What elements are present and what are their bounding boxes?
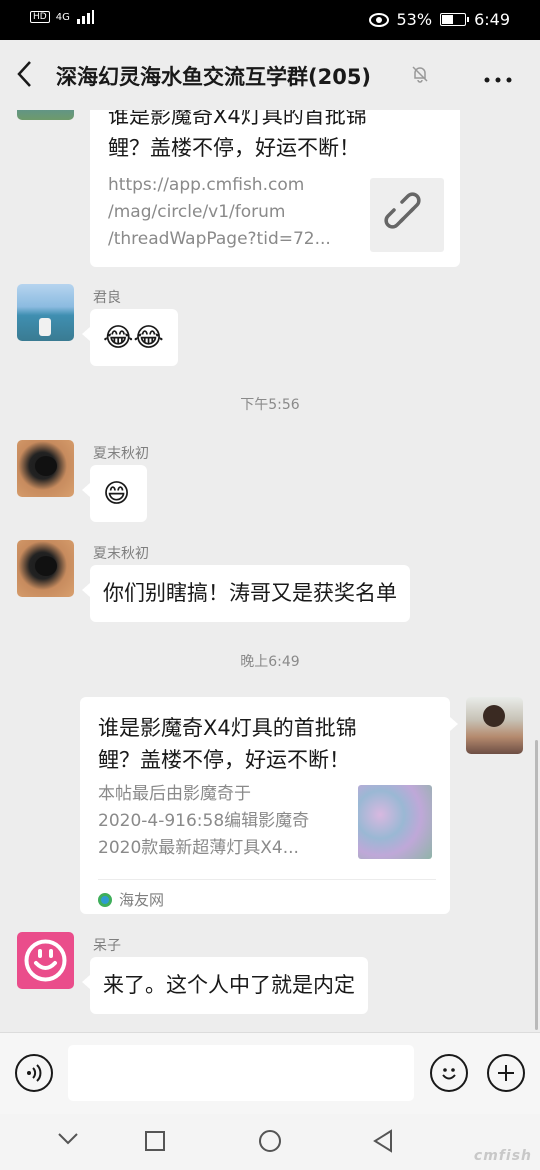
signal-label: 4G — [55, 11, 70, 23]
plus-icon — [498, 1065, 514, 1081]
avatar[interactable] — [17, 110, 74, 120]
chevron-down-icon[interactable] — [57, 1132, 79, 1146]
bell-off-icon — [412, 66, 428, 83]
emoji-button[interactable] — [430, 1054, 468, 1092]
link-card[interactable]: 谁是影魔奇X4灯具的首批锦 鲤？盖楼不停，好运不断！ 本帖最后由影魔奇于 202… — [80, 697, 458, 914]
card-desc-line: 2020-4-916:58编辑影魔奇 — [98, 811, 310, 831]
card-title-line: 鲤？盖楼不停，好运不断！ — [108, 136, 360, 160]
sender-name: 君良 — [93, 290, 121, 306]
card-source: 海友网 — [98, 889, 164, 910]
message-input[interactable] — [68, 1045, 414, 1101]
circle-home-icon[interactable] — [258, 1129, 282, 1153]
card-desc: 本帖最后由影魔奇于 2020-4-916:58编辑影魔奇 2020款最新超薄灯具… — [98, 781, 309, 862]
card-title: 谁是影魔奇X4灯具的首批锦 鲤？盖楼不停，好运不断！ — [98, 712, 357, 776]
card-desc-line: https://app.cmfish.com — [108, 175, 305, 195]
scrollbar[interactable] — [535, 740, 538, 1030]
chat-area[interactable]: 谁是影魔奇X4灯具的首批锦 鲤？盖楼不停，好运不断！ https://app.c… — [0, 110, 540, 1032]
source-name: 海友网 — [119, 891, 165, 909]
card-divider — [98, 879, 436, 880]
status-time: 6:49 — [474, 10, 510, 29]
card-desc-line: /mag/circle/v1/forum — [108, 202, 286, 222]
emoji-icon — [442, 1068, 456, 1080]
link-thumbnail — [370, 178, 444, 252]
message-bubble[interactable]: 你们别瞎搞！涛哥又是获奖名单 — [82, 565, 410, 622]
avatar[interactable] — [17, 284, 74, 341]
link-card[interactable]: 谁是影魔奇X4灯具的首批锦 鲤？盖楼不停，好运不断！ https://app.c… — [90, 110, 460, 267]
avatar[interactable] — [17, 932, 74, 989]
card-title-line: 鲤？盖楼不停，好运不断！ — [98, 748, 350, 772]
card-desc-line: 2020款最新超薄灯具X4... — [98, 838, 299, 858]
avatar[interactable] — [17, 540, 74, 597]
card-thumbnail — [358, 785, 432, 859]
source-logo-icon — [98, 892, 112, 907]
message-text: 来了。这个人中了就是内定 — [103, 973, 355, 997]
smiley-avatar-icon — [24, 939, 67, 982]
avatar[interactable] — [17, 440, 74, 497]
card-title: 谁是影魔奇X4灯具的首批锦 鲤？盖楼不停，好运不断！ — [108, 110, 367, 164]
input-bar — [0, 1032, 540, 1114]
timestamp: 下午5:56 — [240, 397, 300, 413]
plus-button[interactable] — [487, 1054, 525, 1092]
voice-icon — [27, 1064, 42, 1082]
card-title-line: 谁是影魔奇X4灯具的首批锦 — [98, 716, 357, 740]
message-text: 😄 — [103, 479, 131, 509]
network-badge: HD — [30, 11, 50, 23]
card-desc-line: 本帖最后由影魔奇于 — [98, 784, 251, 804]
more-button[interactable] — [484, 60, 512, 90]
battery-percent: 53% — [396, 10, 433, 29]
card-desc: https://app.cmfish.com /mag/circle/v1/fo… — [108, 172, 331, 253]
message-text: 你们别瞎搞！涛哥又是获奖名单 — [103, 581, 397, 605]
battery-icon — [440, 13, 470, 26]
timestamp: 晚上6:49 — [240, 654, 300, 670]
triangle-back-icon[interactable] — [372, 1129, 394, 1153]
link-icon — [384, 192, 421, 229]
sender-name: 呆子 — [93, 938, 121, 954]
more-icon — [484, 77, 512, 83]
card-desc-line: /threadWapPage?tid=72... — [108, 229, 331, 249]
chat-header: 深海幻灵海水鱼交流互学群(205) — [0, 40, 540, 110]
message-bubble[interactable]: 来了。这个人中了就是内定 — [82, 957, 368, 1014]
watermark: cmfish — [473, 1148, 532, 1164]
bubble-tail — [450, 717, 458, 731]
card-title-line: 谁是影魔奇X4灯具的首批锦 — [108, 110, 367, 128]
message-text: 😂😂 — [103, 323, 164, 353]
message-bubble[interactable]: 😄 — [82, 465, 147, 522]
back-button[interactable] — [16, 60, 32, 95]
status-bar: HD 4G 53% 6:49 — [0, 0, 540, 40]
message-bubble[interactable]: 😂😂 — [82, 309, 178, 366]
system-nav-bar: cmfish — [0, 1114, 540, 1170]
sender-name: 夏末秋初 — [93, 546, 149, 562]
square-recents-icon[interactable] — [144, 1130, 166, 1152]
voice-button[interactable] — [15, 1054, 53, 1092]
signal-icon — [76, 10, 94, 24]
chat-title: 深海幻灵海水鱼交流互学群(205) — [56, 65, 372, 89]
chevron-left-icon — [17, 61, 31, 87]
avatar[interactable] — [466, 697, 523, 754]
eye-icon — [368, 12, 389, 27]
sender-name: 夏末秋初 — [93, 446, 149, 462]
